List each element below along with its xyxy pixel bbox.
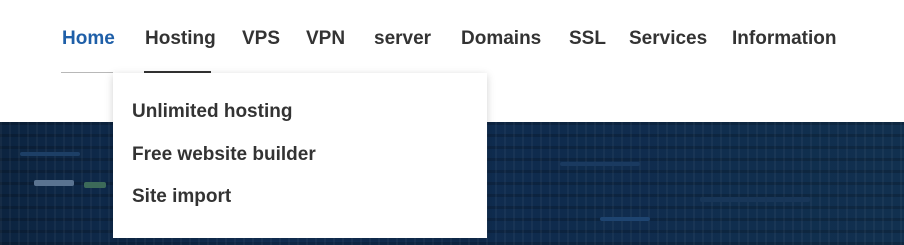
- server-light-decoration: [600, 217, 650, 221]
- hosting-dropdown-menu: Unlimited hosting Free website builder S…: [113, 73, 487, 238]
- server-light-decoration: [34, 180, 74, 186]
- nav-item-ssl[interactable]: SSL: [569, 27, 606, 51]
- nav-item-hosting[interactable]: Hosting: [145, 27, 216, 51]
- dropdown-item-site-import[interactable]: Site import: [132, 185, 231, 209]
- nav-item-home[interactable]: Home: [62, 27, 115, 51]
- server-light-decoration: [560, 162, 640, 166]
- nav-item-vps[interactable]: VPS: [242, 27, 280, 51]
- nav-item-information[interactable]: Information: [732, 27, 837, 51]
- server-light-decoration: [84, 182, 106, 188]
- server-light-decoration: [20, 152, 80, 156]
- server-light-decoration: [700, 197, 810, 202]
- nav-item-services[interactable]: Services: [629, 27, 707, 51]
- dropdown-item-free-website-builder[interactable]: Free website builder: [132, 143, 316, 167]
- main-navigation: Home Hosting VPS VPN server Domains SSL …: [0, 0, 904, 74]
- nav-item-vpn[interactable]: VPN: [306, 27, 345, 51]
- nav-item-domains[interactable]: Domains: [461, 27, 541, 51]
- home-underline: [61, 72, 113, 73]
- dropdown-item-unlimited-hosting[interactable]: Unlimited hosting: [132, 100, 292, 124]
- nav-item-server[interactable]: server: [374, 27, 431, 51]
